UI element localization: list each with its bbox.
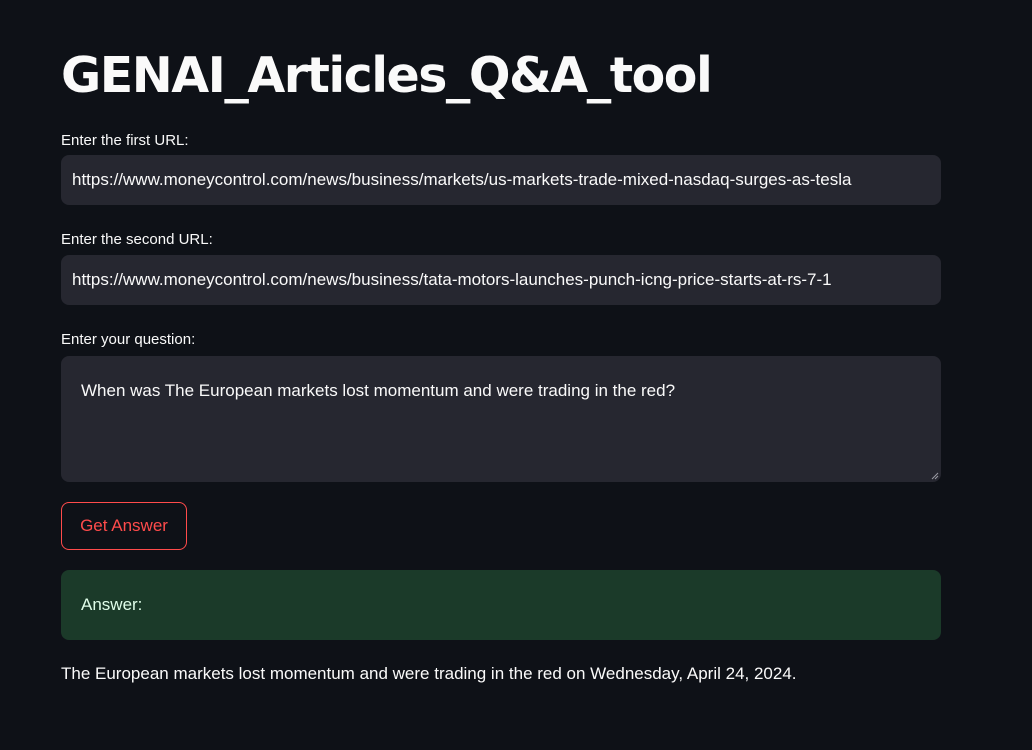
- first-url-label: Enter the first URL:: [61, 132, 189, 149]
- question-label: Enter your question:: [61, 331, 196, 348]
- second-url-input[interactable]: https://www.moneycontrol.com/news/busine…: [61, 255, 941, 305]
- resize-handle-icon[interactable]: [931, 472, 939, 480]
- answer-text: The European markets lost momentum and w…: [61, 664, 797, 683]
- question-text: When was The European markets lost momen…: [81, 381, 676, 400]
- question-textarea[interactable]: When was The European markets lost momen…: [61, 356, 941, 482]
- page-title: GENAI_Articles_Q&A_tool: [61, 47, 713, 104]
- answer-heading: Answer:: [81, 595, 143, 614]
- first-url-input[interactable]: https://www.moneycontrol.com/news/busine…: [61, 155, 941, 205]
- get-answer-button[interactable]: Get Answer: [61, 502, 187, 550]
- main-container: GENAI_Articles_Q&A_tool Enter the first …: [61, 40, 941, 684]
- answer-success-box: Answer:: [61, 570, 941, 640]
- app-root: GENAI_Articles_Q&A_tool Enter the first …: [0, 0, 1032, 750]
- get-answer-label: Get Answer: [80, 516, 168, 535]
- second-url-label: Enter the second URL:: [61, 231, 213, 248]
